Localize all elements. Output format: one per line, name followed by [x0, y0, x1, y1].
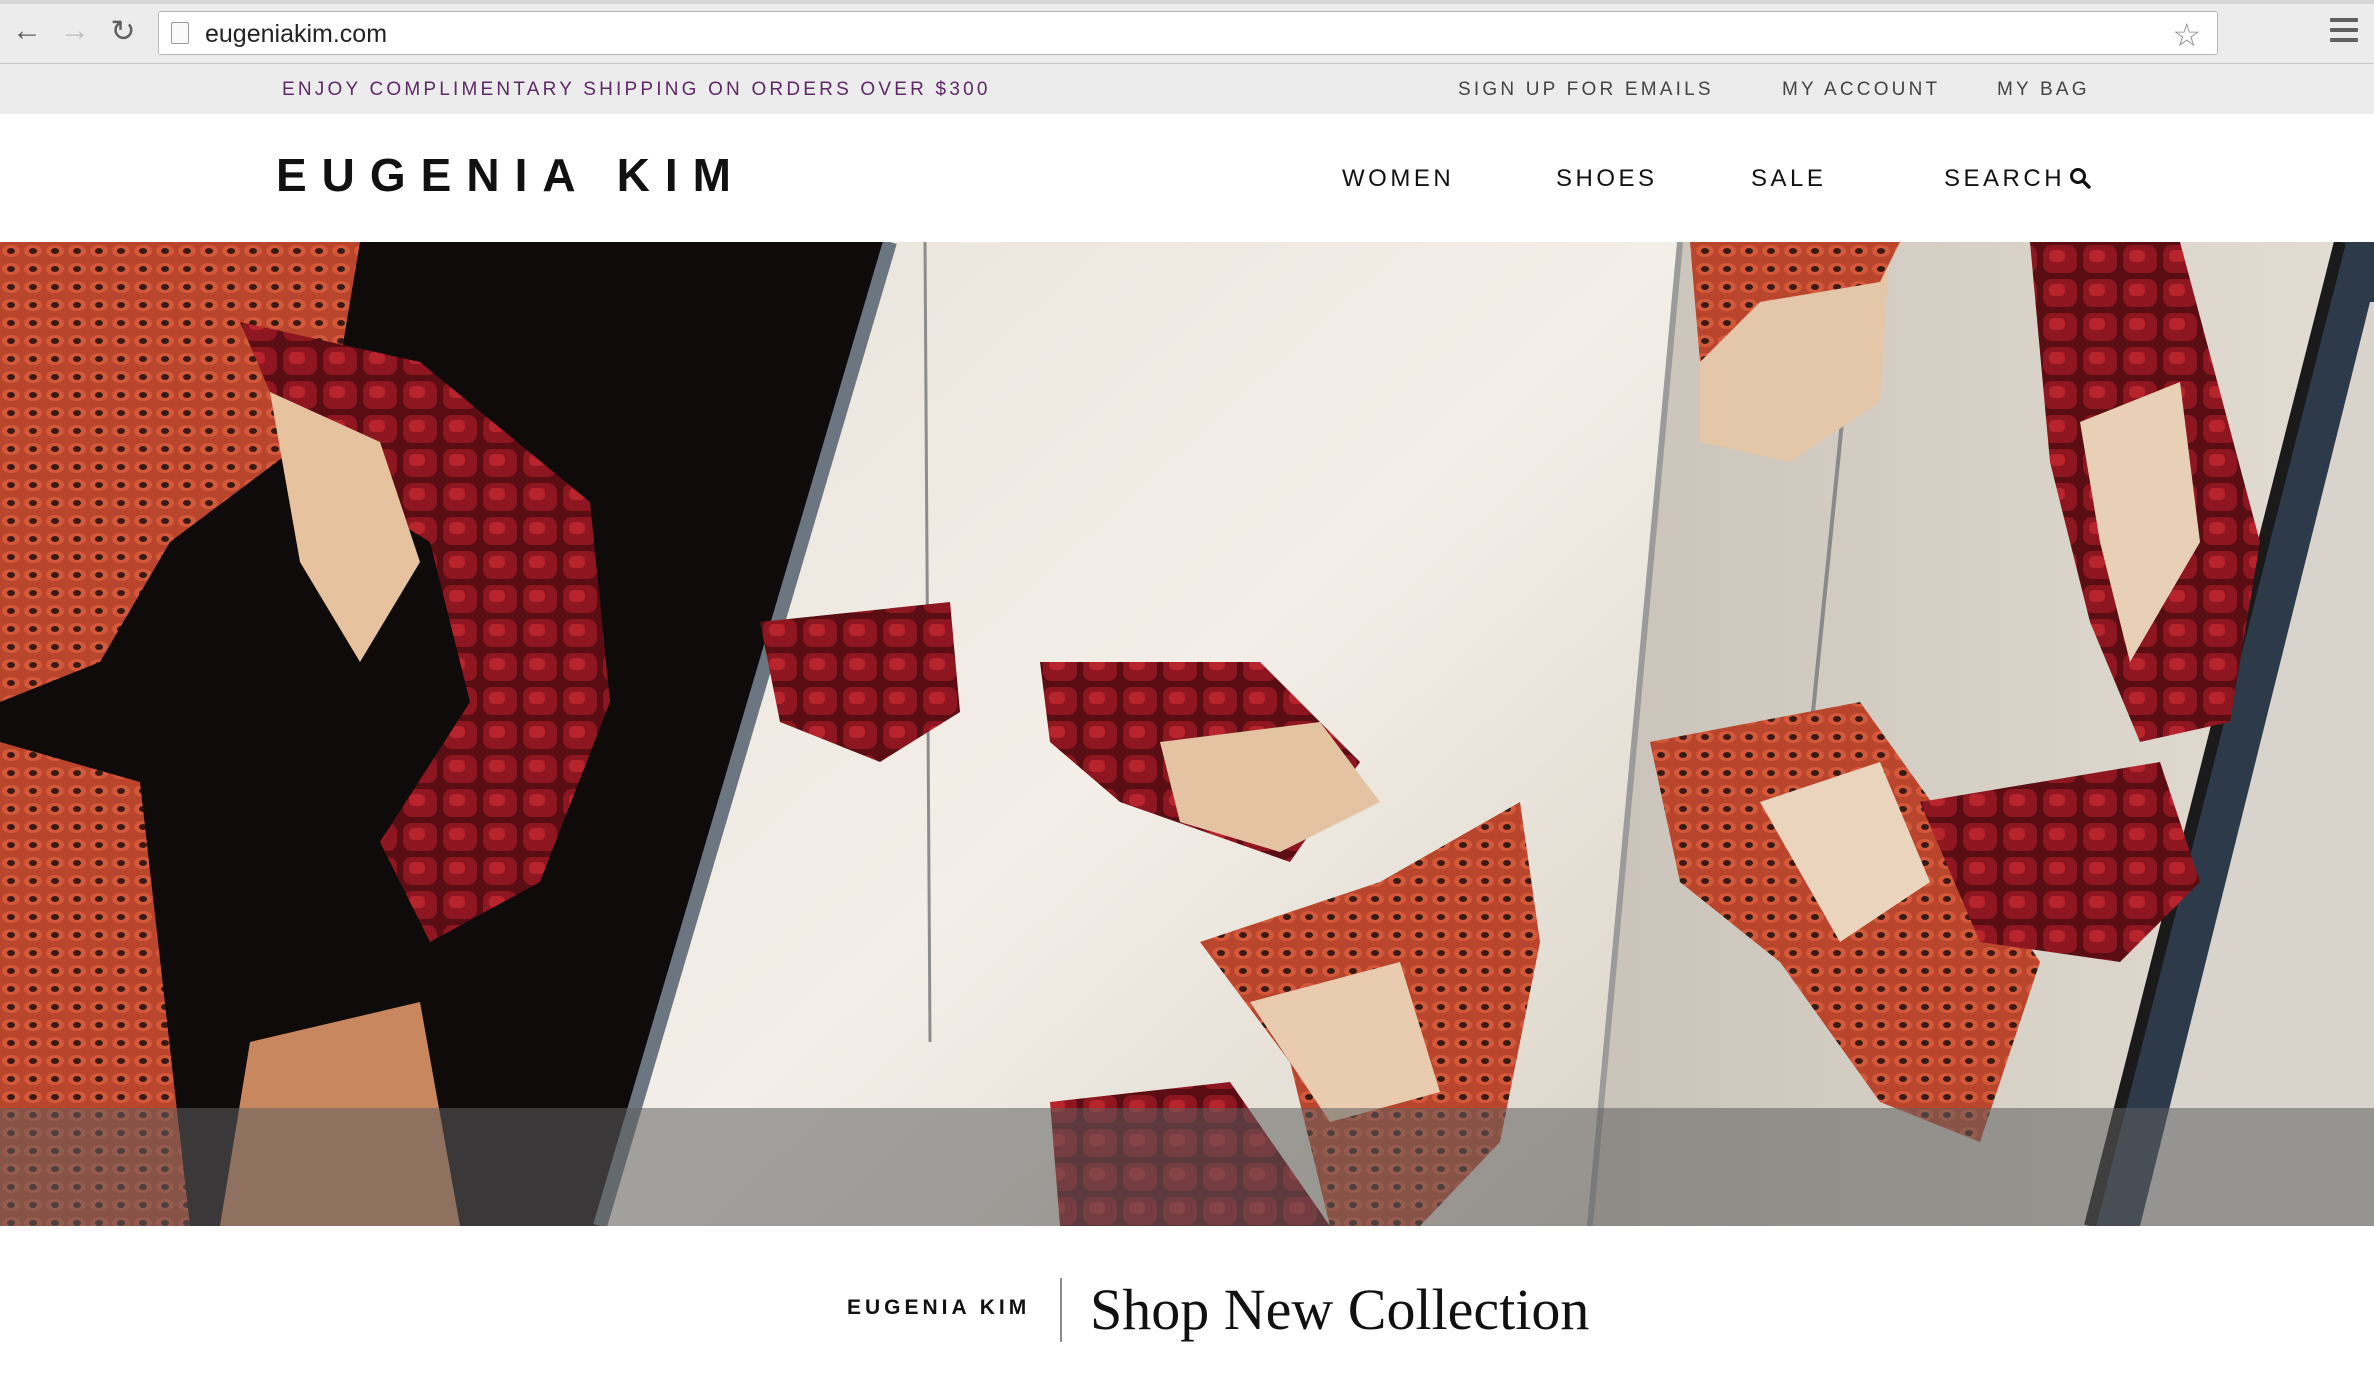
arrow-left-icon: ←: [12, 14, 42, 47]
cta-divider: [1060, 1278, 1062, 1342]
hero-image: [0, 242, 2374, 1226]
sign-up-emails-link[interactable]: SIGN UP FOR EMAILS: [1458, 79, 1714, 101]
hero-overlay-strip: [0, 1108, 2374, 1226]
tab-strip: [0, 0, 2374, 4]
nav-search[interactable]: SEARCH: [1944, 165, 2065, 193]
nav-sale[interactable]: SALE: [1751, 165, 1826, 193]
my-account-link[interactable]: MY ACCOUNT: [1782, 79, 1940, 101]
browser-toolbar: ← → ↻ eugeniakim.com ☆: [0, 0, 2374, 64]
collection-cta: EUGENIA KIM Shop New Collection: [0, 1226, 2374, 1376]
utility-bar: ENJOY COMPLIMENTARY SHIPPING ON ORDERS O…: [0, 64, 2374, 114]
url-text[interactable]: eugeniakim.com: [205, 20, 387, 49]
page-icon: [171, 22, 189, 44]
reload-button[interactable]: ↻: [106, 14, 140, 48]
hamburger-icon[interactable]: [2330, 18, 2358, 42]
hero-banner[interactable]: [0, 242, 2374, 1226]
my-bag-link[interactable]: MY BAG: [1997, 79, 2090, 101]
shop-new-collection-link[interactable]: Shop New Collection: [1090, 1276, 1589, 1343]
site-logo[interactable]: EUGENIA KIM: [276, 148, 746, 202]
back-button[interactable]: ←: [10, 14, 44, 48]
site-header: EUGENIA KIM WOMEN SHOES SALE SEARCH: [0, 114, 2374, 242]
address-bar[interactable]: eugeniakim.com ☆: [158, 11, 2218, 55]
shipping-promo[interactable]: ENJOY COMPLIMENTARY SHIPPING ON ORDERS O…: [282, 79, 991, 101]
nav-shoes[interactable]: SHOES: [1556, 165, 1658, 193]
cta-brand: EUGENIA KIM: [847, 1296, 1031, 1319]
arrow-right-icon: →: [60, 14, 90, 47]
reload-icon: ↻: [110, 14, 136, 48]
nav-women[interactable]: WOMEN: [1342, 165, 1454, 193]
forward-button[interactable]: →: [58, 14, 92, 48]
star-icon[interactable]: ☆: [2172, 16, 2201, 54]
magnifier-icon[interactable]: [2068, 166, 2092, 190]
